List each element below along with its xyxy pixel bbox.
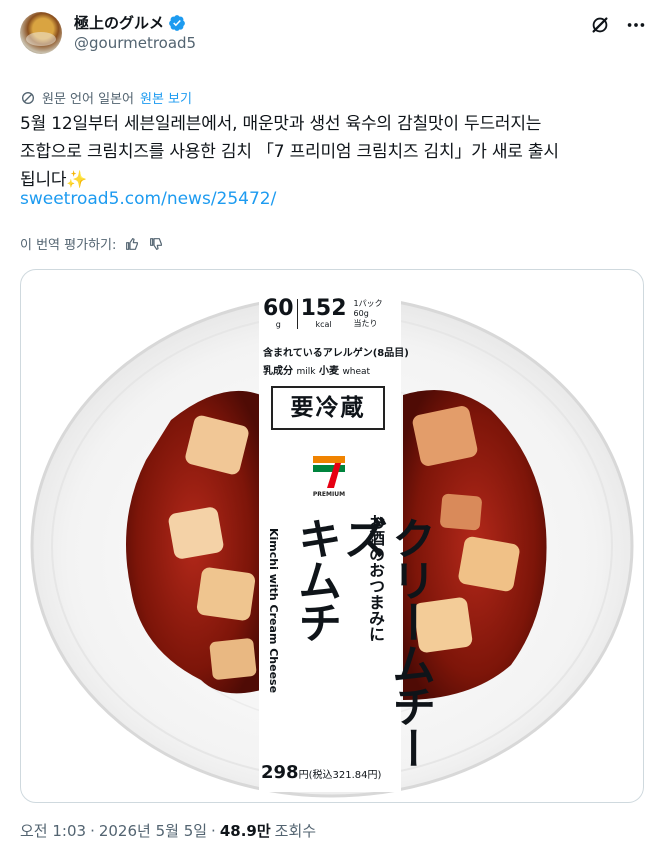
seven-premium-logo: PREMIUM (313, 456, 345, 498)
tweet-text-line: 5월 12일부터 세븐일레븐에서, 매운맛과 생선 육수의 감칠맛이 두드러지는 (20, 114, 542, 134)
per-pack-note: 1パック60g 当たり (353, 299, 383, 328)
author-handle[interactable]: @gourmetroad5 (74, 34, 196, 52)
verified-badge-icon (169, 14, 185, 31)
rate-translation: 이 번역 평가하기: (20, 234, 164, 253)
tweet-date[interactable]: 2026년 5월 5일 (99, 820, 207, 841)
translation-source-label: 원문 언어 일본어 (42, 92, 134, 107)
grok-icon[interactable] (589, 14, 611, 36)
product-price: 298円(税込321.84円) (261, 762, 382, 783)
tweet-text: 5월 12일부터 세븐일레븐에서, 매운맛과 생선 육수의 감칠맛이 두드러지는… (20, 110, 647, 194)
allergen-list: 乳成分 milk 小麦 wheat (263, 366, 371, 377)
nutrition-info: 60 g 152 kcal 1パック60g 当たり (263, 298, 397, 329)
sparkles-emoji: ✨ (66, 170, 88, 190)
tweet-time[interactable]: 오전 1:03 (20, 820, 86, 841)
tweet-header: 極上のグルメ @gourmetroad5 (20, 10, 647, 56)
tweet-text-line: 조합으로 크림치즈를 사용한 김치 「7 프리미엄 크림치즈 김치」가 새로 출… (20, 142, 559, 162)
more-icon[interactable] (625, 14, 647, 36)
translate-icon (22, 91, 34, 104)
protein-value: 60 g (263, 296, 294, 330)
thumbs-down-icon[interactable] (148, 236, 164, 252)
separator: · (90, 821, 95, 840)
tweet-link[interactable]: sweetroad5.com/news/25472/ (20, 189, 276, 209)
header-actions (589, 14, 647, 36)
show-original-link[interactable]: 원본 보기 (140, 88, 192, 107)
view-count-label: 조회수 (274, 822, 317, 840)
tweet-media-image[interactable]: 60 g 152 kcal 1パック60g 当たり 含まれているアレルゲン(8品… (20, 269, 644, 803)
product-title-line1: クリームチーズ (336, 516, 435, 768)
thumbs-up-icon[interactable] (124, 236, 140, 252)
product-label: 60 g 152 kcal 1パック60g 当たり 含まれているアレルゲン(8品… (259, 292, 435, 792)
calorie-value: 152 kcal (300, 296, 347, 330)
allergen-title: 含まれているアレルゲン(8品目) (263, 348, 409, 359)
separator: · (211, 821, 216, 840)
tweet-text-line-end: 됩니다 (20, 170, 67, 190)
divider (296, 299, 298, 329)
author-display-name[interactable]: 極上のグルメ (74, 12, 164, 33)
avatar[interactable] (20, 12, 62, 54)
translation-info: 원문 언어 일본어 원본 보기 (20, 88, 192, 107)
author-name-row: 極上のグルメ (74, 12, 186, 33)
product-title-line2: キムチ (290, 516, 341, 642)
view-count: 48.9만 (219, 822, 271, 840)
refrigerate-notice: 要冷蔵 (271, 386, 385, 430)
tweet-meta: 오전 1:03 · 2026년 5월 5일 · 48.9만 조회수 (20, 820, 316, 841)
brand-text: PREMIUM (313, 491, 345, 498)
rate-translation-label: 이 번역 평가하기: (20, 238, 117, 253)
product-english-name: Kimchi with Cream Cheese (267, 528, 280, 694)
